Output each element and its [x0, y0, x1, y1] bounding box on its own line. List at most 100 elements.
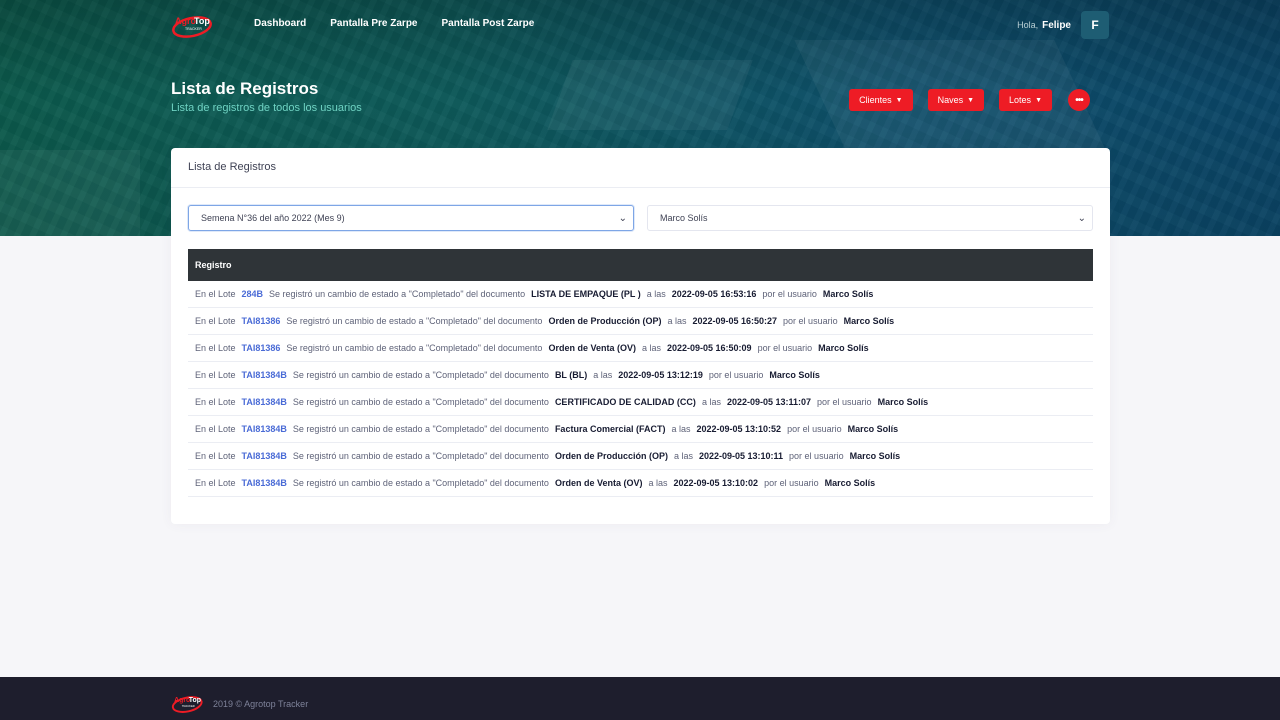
table-row: En el Lote TAI81384B Se registró un cambio…	[188, 389, 1093, 416]
row-at: a las	[673, 451, 693, 461]
lot-link[interactable]: 284B	[242, 289, 264, 299]
lot-link[interactable]: TAI81384B	[242, 397, 287, 407]
row-user: Marco Solís	[877, 397, 929, 407]
row-at: a las	[667, 316, 687, 326]
lotes-dropdown-button[interactable]: Lotes ▼	[999, 89, 1052, 111]
svg-text:TRACKER: TRACKER	[185, 27, 202, 31]
row-by: por el usuario	[708, 370, 764, 380]
row-datetime: 2022-09-05 13:10:02	[673, 478, 759, 488]
row-description: Se registró un cambio de estado a "Compl…	[286, 343, 543, 353]
row-description: Se registró un cambio de estado a "Compl…	[292, 397, 549, 407]
greeting-text: Hola,	[1017, 20, 1039, 30]
user-select[interactable]: Marco Solís ⌄	[647, 205, 1093, 231]
table-row: En el Lote TAI81384B Se registró un cambio…	[188, 362, 1093, 389]
row-datetime: 2022-09-05 13:11:07	[726, 397, 812, 407]
row-user: Marco Solís	[847, 424, 899, 434]
more-button[interactable]: •••	[1068, 89, 1090, 111]
row-datetime: 2022-09-05 13:10:11	[698, 451, 784, 461]
lot-link[interactable]: TAI81384B	[242, 451, 287, 461]
row-prefix: En el Lote	[195, 478, 236, 488]
week-select-value: Semena N°36 del año 2022 (Mes 9)	[201, 213, 345, 223]
row-user: Marco Solís	[769, 370, 820, 380]
row-prefix: En el Lote	[195, 316, 236, 326]
document-name: Orden de Producción (OP)	[554, 451, 668, 461]
nav-dashboard[interactable]: Dashboard	[254, 18, 306, 29]
row-at: a las	[646, 289, 666, 299]
row-description: Se registró un cambio de estado a "Compl…	[269, 289, 526, 299]
row-by: por el usuario	[762, 289, 817, 299]
row-by: por el usuario	[789, 451, 844, 461]
document-name: Orden de Venta (OV)	[548, 343, 636, 353]
row-description: Se registró un cambio de estado a "Compl…	[292, 424, 549, 434]
row-at: a las	[641, 343, 661, 353]
row-user: Marco Solís	[818, 343, 869, 353]
page-subtitle: Lista de registros de todos los usuarios	[171, 102, 362, 114]
user-select-value: Marco Solís	[660, 213, 708, 223]
nav-pre-zarpe[interactable]: Pantalla Pre Zarpe	[330, 18, 417, 29]
naves-dropdown-button[interactable]: Naves ▼	[927, 89, 985, 111]
lotes-label: Lotes	[1009, 95, 1032, 105]
chevron-down-icon: ▼	[895, 96, 903, 104]
row-prefix: En el Lote	[195, 343, 236, 353]
registros-table: Registro En el Lote 284B Se registró un ca…	[188, 249, 1093, 497]
table-row: En el Lote 284B Se registró un cambio de e…	[188, 281, 1093, 308]
document-name: BL (BL)	[554, 370, 588, 380]
top-navbar: Agro Top TRACKER Dashboard Pantalla Pre …	[0, 0, 1280, 50]
row-user: Marco Solís	[822, 289, 874, 299]
copyright-text: 2019 © Agrotop Tracker	[213, 699, 309, 709]
table-row: En el Lote TAI81384B Se registró un cambio…	[188, 416, 1093, 443]
avatar[interactable]: F	[1081, 11, 1109, 39]
row-description: Se registró un cambio de estado a "Compl…	[286, 316, 543, 326]
filter-row: Semena N°36 del año 2022 (Mes 9) ⌄ Marco…	[188, 205, 1093, 231]
row-datetime: 2022-09-05 13:10:52	[696, 424, 782, 434]
row-by: por el usuario	[764, 478, 819, 488]
svg-text:TRACKER: TRACKER	[182, 704, 195, 708]
row-by: por el usuario	[783, 316, 838, 326]
lot-link[interactable]: TAI81384B	[242, 478, 287, 488]
brand-logo[interactable]: Agro Top TRACKER	[171, 12, 215, 38]
clientes-label: Clientes	[859, 95, 892, 105]
row-prefix: En el Lote	[195, 451, 236, 461]
row-prefix: En el Lote	[195, 289, 236, 299]
nav-post-zarpe[interactable]: Pantalla Post Zarpe	[442, 18, 535, 29]
row-at: a las	[648, 478, 668, 488]
row-datetime: 2022-09-05 13:12:19	[618, 370, 703, 380]
lot-link[interactable]: TAI81384B	[242, 424, 287, 434]
row-datetime: 2022-09-05 16:50:09	[666, 343, 752, 353]
row-prefix: En el Lote	[195, 424, 236, 434]
lot-link[interactable]: TAI81386	[242, 316, 281, 326]
row-by: por el usuario	[757, 343, 813, 353]
row-at: a las	[593, 370, 613, 380]
row-by: por el usuario	[787, 424, 842, 434]
chevron-down-icon: ▼	[967, 96, 975, 104]
document-name: CERTIFICADO DE CALIDAD (CC)	[554, 397, 696, 407]
row-datetime: 2022-09-05 16:53:16	[671, 289, 757, 299]
table-row: En el Lote TAI81386 Se registró un cambio …	[188, 335, 1093, 362]
table-row: En el Lote TAI81386 Se registró un cambio …	[188, 308, 1093, 335]
week-select[interactable]: Semena N°36 del año 2022 (Mes 9) ⌄	[188, 205, 634, 231]
row-datetime: 2022-09-05 16:50:27	[692, 316, 778, 326]
document-name: LISTA DE EMPAQUE (PL )	[531, 289, 641, 299]
logo-icon: Agro Top TRACKER	[172, 16, 212, 38]
user-menu[interactable]: Hola, Felipe F	[1017, 11, 1109, 39]
row-at: a las	[701, 397, 721, 407]
row-user: Marco Solís	[824, 478, 876, 488]
header-actions: Clientes ▼ Naves ▼ Lotes ▼ •••	[834, 89, 1090, 111]
table-row: En el Lote TAI81384B Se registró un cambio…	[188, 443, 1093, 470]
lot-link[interactable]: TAI81384B	[242, 370, 287, 380]
table-header: Registro	[188, 249, 1093, 281]
user-name: Felipe	[1042, 19, 1071, 31]
clientes-dropdown-button[interactable]: Clientes ▼	[849, 89, 913, 111]
row-user: Marco Solís	[849, 451, 901, 461]
row-prefix: En el Lote	[195, 397, 236, 407]
row-user: Marco Solís	[843, 316, 895, 326]
chevron-down-icon: ⌄	[1077, 212, 1086, 224]
footer-logo: Agro Top TRACKER	[171, 693, 205, 713]
svg-text:Agro: Agro	[174, 697, 190, 704]
card-title: Lista de Registros	[171, 148, 1110, 188]
chevron-down-icon: ⌄	[618, 212, 627, 224]
row-prefix: En el Lote	[195, 370, 236, 380]
lot-link[interactable]: TAI81386	[242, 343, 281, 353]
table-row: En el Lote TAI81384B Se registró un cambio…	[188, 470, 1093, 497]
logo-icon: Agro Top TRACKER	[171, 696, 203, 713]
